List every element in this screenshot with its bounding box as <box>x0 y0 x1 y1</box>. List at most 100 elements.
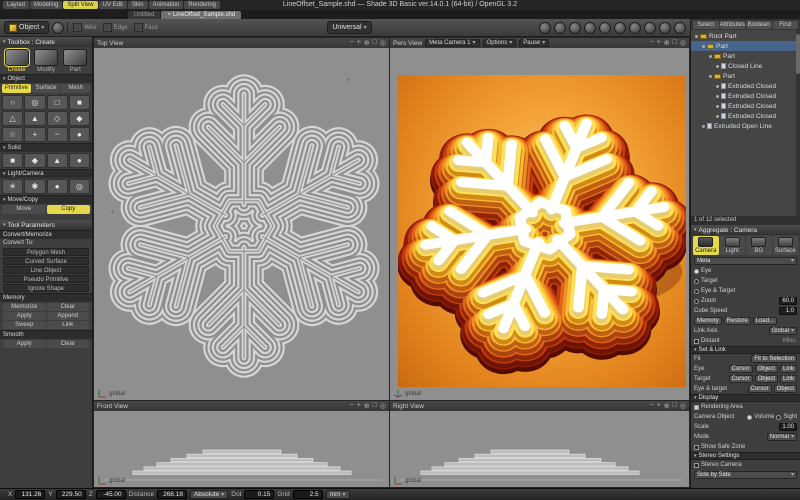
eye-target-radio[interactable] <box>694 289 699 294</box>
fit-view-icon[interactable]: □ <box>373 39 377 47</box>
aggregate-tab-bg[interactable]: BG <box>746 236 772 255</box>
convert-option-polygon-mesh[interactable]: Polygon Mesh <box>3 248 89 256</box>
edge-mode-button[interactable]: Edge <box>101 23 130 32</box>
mirror-icon[interactable] <box>614 22 626 34</box>
light-camera-icon-2[interactable]: ✱ <box>24 179 45 194</box>
visibility-icon[interactable] <box>716 105 719 108</box>
light-camera-icon-3[interactable]: ● <box>47 179 68 194</box>
wire-mode-button[interactable]: Wire <box>71 23 98 32</box>
primitive-shape-icon-8[interactable]: ◆ <box>69 111 90 126</box>
zoom-out-icon[interactable]: − <box>650 39 654 47</box>
aggregate-header[interactable]: ▾ Aggregate : Camera <box>691 225 800 235</box>
visibility-icon[interactable] <box>716 115 719 118</box>
rendering-area-checkbox[interactable] <box>694 405 699 410</box>
zoom-out-icon[interactable]: − <box>350 39 354 47</box>
tree-item-part-2[interactable]: Part <box>691 51 800 61</box>
object-mode-button[interactable]: Object ▾ <box>4 21 49 34</box>
primitive-shape-icon-9[interactable]: ☆ <box>2 127 23 142</box>
modify-mode-button[interactable]: Modify <box>32 49 59 73</box>
zoom-radio[interactable] <box>694 299 699 304</box>
visibility-icon[interactable] <box>695 35 698 38</box>
light-camera-icon-1[interactable]: ☀ <box>2 179 23 194</box>
link-axis-dropdown[interactable]: Global▾ <box>769 327 797 335</box>
maximize-view-icon[interactable]: ◎ <box>680 39 686 47</box>
universal-manipulator-button[interactable]: Universal ▾ <box>327 21 371 34</box>
zoom-field[interactable]: 60.0 <box>779 297 797 305</box>
visibility-icon[interactable] <box>716 85 719 88</box>
eye-target-cursor-button[interactable]: Cursor <box>748 385 772 393</box>
face-mode-button[interactable]: Face <box>132 23 160 32</box>
x-field[interactable]: 131.26 <box>15 490 45 499</box>
distance-field[interactable]: 268.18 <box>157 490 187 499</box>
right-viewport-canvas[interactable]: global <box>390 411 689 487</box>
fit-to-selection-button[interactable]: Fit to Selection <box>751 355 797 363</box>
primitive-shape-icon-11[interactable]: ~ <box>47 127 68 142</box>
memory-sweep-button[interactable]: Sweep <box>3 321 46 329</box>
zoom-out-icon[interactable]: − <box>350 402 354 410</box>
solid-section-header[interactable]: ▾ Solid <box>0 143 92 152</box>
tree-item-extruded-closed-5[interactable]: Extruded Closed <box>691 81 800 91</box>
solid-shape-icon-2[interactable]: ◆ <box>24 153 45 168</box>
tree-item-extruded-closed-6[interactable]: Extruded Closed <box>691 91 800 101</box>
y-field[interactable]: 229.50 <box>56 490 86 499</box>
cube-speed-field[interactable]: 1.0 <box>779 307 797 315</box>
target-object-button[interactable]: Object <box>755 375 778 383</box>
surface-button[interactable]: Surface <box>32 84 61 93</box>
visibility-icon[interactable] <box>702 45 705 48</box>
tree-item-extruded-closed-7[interactable]: Extruded Closed <box>691 101 800 111</box>
memory-memorize-button[interactable]: Memorize <box>3 303 46 311</box>
pause-dropdown[interactable]: Pause ▾ <box>519 39 549 47</box>
mode-dropdown[interactable]: Normal▾ <box>767 433 797 441</box>
select-icon[interactable] <box>554 22 566 34</box>
solid-shape-icon-1[interactable]: ■ <box>2 153 23 168</box>
menu-tab-animation[interactable]: Animation <box>149 1 184 9</box>
tree-item-root-part-0[interactable]: Root Part <box>691 31 800 41</box>
memory-append-button[interactable]: Append <box>47 312 90 320</box>
eye-link-button[interactable]: Link <box>780 365 797 373</box>
target-link-button[interactable]: Link <box>780 375 797 383</box>
memory-apply-button[interactable]: Apply <box>3 312 46 320</box>
object-section-header[interactable]: ▾ Object <box>0 74 92 83</box>
close-tab-icon[interactable]: × <box>167 12 171 18</box>
tree-item-extruded-open-line-9[interactable]: Extruded Open Line <box>691 121 800 131</box>
front-viewport-canvas[interactable]: global <box>94 411 389 487</box>
pers-viewport-canvas[interactable]: global <box>390 48 689 400</box>
coordinate-mode-dropdown[interactable]: Absolute ▾ <box>190 490 228 499</box>
toolbox-header[interactable]: ▾ Toolbox : Create <box>0 37 92 47</box>
menu-tab-split-view[interactable]: Split View <box>63 1 97 9</box>
primitive-shape-icon-7[interactable]: ◇ <box>47 111 68 126</box>
primitive-shape-icon-6[interactable]: ▲ <box>24 111 45 126</box>
pan-icon[interactable]: ⊕ <box>364 39 370 47</box>
convert-option-line-object[interactable]: Line Object <box>3 266 89 274</box>
primitive-shape-icon-5[interactable]: △ <box>2 111 23 126</box>
primitive-shape-icon-4[interactable]: ■ <box>69 95 90 110</box>
visibility-icon[interactable] <box>716 65 719 68</box>
unit-dropdown[interactable]: mm ▾ <box>326 490 350 499</box>
visibility-icon[interactable] <box>716 95 719 98</box>
volume-radio[interactable] <box>747 415 752 420</box>
grid-icon[interactable] <box>644 22 656 34</box>
move-icon[interactable] <box>569 22 581 34</box>
pan-icon[interactable]: ⊕ <box>364 402 370 410</box>
convert-option-curved-surface[interactable]: Curved Surface <box>3 257 89 265</box>
move-button[interactable]: Move <box>2 205 46 214</box>
visibility-icon[interactable] <box>702 125 705 128</box>
meta-camera-dropdown[interactable]: Meta ▾ <box>694 257 797 265</box>
solid-shape-icon-3[interactable]: ▲ <box>47 153 68 168</box>
pan-icon[interactable]: ⊕ <box>664 39 670 47</box>
memory-button[interactable]: Memory <box>694 317 722 325</box>
zoom-in-icon[interactable]: + <box>657 402 661 410</box>
display-section-header[interactable]: ▾ Display <box>691 394 800 402</box>
z-field[interactable]: -45.00 <box>96 490 126 499</box>
light-camera-section-header[interactable]: ▾ Light/Camera <box>0 169 92 178</box>
browser-tab-find[interactable]: Find <box>773 21 799 29</box>
scale-field[interactable]: 1.00 <box>779 423 797 431</box>
aggregate-tab-light[interactable]: Light <box>720 236 746 255</box>
primitive-button[interactable]: Primitive <box>2 84 31 93</box>
part-mode-button[interactable]: Part <box>62 49 89 73</box>
render-icon[interactable] <box>674 22 686 34</box>
menu-tab-uv-edit[interactable]: UV Edit <box>99 1 127 9</box>
menu-tab-rendering[interactable]: Rendering <box>184 1 220 9</box>
fit-view-icon[interactable]: □ <box>373 402 377 410</box>
smooth-apply-button[interactable]: Apply <box>3 340 46 348</box>
